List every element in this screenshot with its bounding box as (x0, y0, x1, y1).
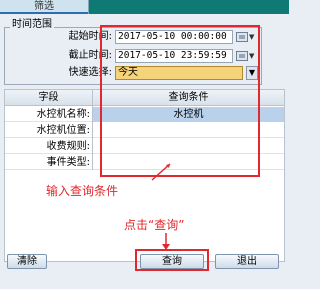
arrow-to-input-area (151, 163, 171, 181)
annotation-arrows (151, 163, 171, 250)
arrowhead-icon (162, 244, 170, 250)
